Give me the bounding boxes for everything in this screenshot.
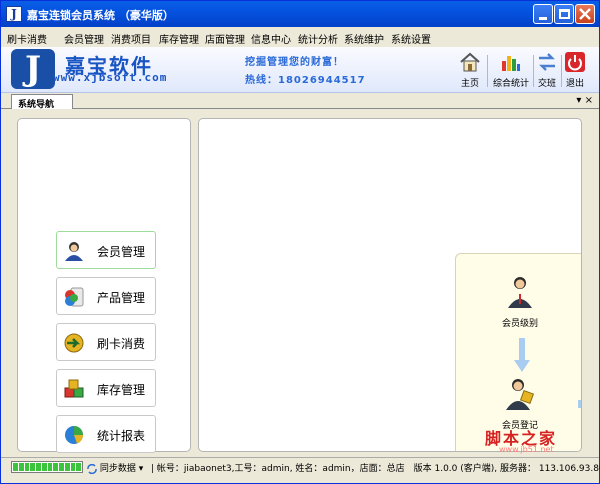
logo: J (11, 49, 55, 89)
bar-chart-icon (502, 56, 520, 71)
nav-inventory-manage[interactable]: 库存管理 (56, 369, 156, 407)
banner: J 嘉宝软件 www.xjbsoft.com 挖掘管理您的财富！ 热线：1802… (1, 47, 599, 93)
main-window: J 嘉宝连锁会员系统 （豪华版） 刷卡消费 会员管理 消费项目 库存管理 店面管… (0, 0, 600, 484)
minimize-button[interactable] (533, 4, 553, 24)
member-icon (65, 242, 83, 261)
exchange-icon (539, 53, 555, 71)
progress-bar (11, 461, 83, 473)
pie-chart-icon (65, 426, 84, 444)
power-icon (565, 52, 585, 72)
status-bar: 同步数据 ▾ | 帐号：jiabaonet3,工号：admin, 姓名：admi… (1, 457, 600, 483)
session-info: | 帐号：jiabaonet3,工号：admin, 姓名：admin，店面：总店… (151, 464, 600, 474)
nav-panel: 会员管理 产品管理 刷卡消费 库存管理 统计报表 (17, 118, 191, 453)
menu-statistics[interactable]: 统计分析 (298, 31, 338, 46)
toolbar-separator (487, 55, 488, 87)
nav-card-consume[interactable]: 刷卡消费 (56, 323, 156, 361)
menu-card-consume[interactable]: 刷卡消费 (7, 31, 47, 46)
maximize-icon (559, 9, 570, 19)
tab-system-nav[interactable]: 系统导航 (11, 94, 73, 110)
nav-stats-report[interactable]: 统计报表 (56, 415, 156, 453)
menu-member-manage[interactable]: 会员管理 (64, 31, 104, 46)
flow-member-level[interactable]: 会员级别 (490, 274, 550, 329)
menu-bar: 刷卡消费 会员管理 消费项目 库存管理 店面管理 信息中心 统计分析 系统维护 … (1, 27, 599, 47)
app-icon: J (6, 6, 22, 22)
sync-data-dropdown[interactable]: 同步数据 ▾ (87, 461, 143, 474)
home-icon (460, 52, 480, 72)
watermark-url: www.jb51.net (499, 445, 554, 454)
sync-icon (87, 463, 97, 474)
tab-strip: 系统导航 ▾ × (1, 93, 599, 110)
brand-url: www.xjbsoft.com (53, 71, 168, 84)
logout-button[interactable]: 退出 (564, 51, 586, 91)
menu-store[interactable]: 店面管理 (205, 31, 245, 46)
window-title: 嘉宝连锁会员系统 （豪华版） (27, 9, 174, 22)
flow-diagram: 会员级别 会员登记 (455, 253, 581, 451)
menu-maintenance[interactable]: 系统维护 (344, 31, 384, 46)
minimize-icon (539, 17, 547, 20)
flow-member-register[interactable]: 会员登记 (490, 376, 550, 431)
title-bar[interactable]: J 嘉宝连锁会员系统 （豪华版） (1, 1, 599, 27)
content-panel: 会员级别 会员登记 (198, 118, 582, 452)
nav-product-manage[interactable]: 产品管理 (56, 277, 156, 315)
maximize-button[interactable] (554, 4, 574, 24)
summary-stats-button[interactable]: 综合统计 (491, 51, 531, 91)
flow-arrow-icon (514, 338, 530, 372)
close-button[interactable] (575, 4, 595, 24)
toolbar-separator (561, 55, 562, 87)
slogan: 挖掘管理您的财富！ (245, 57, 344, 68)
flow-connector (578, 400, 581, 408)
product-icon (65, 287, 84, 307)
inventory-icon (64, 379, 84, 398)
shift-handover-button[interactable]: 交班 (536, 51, 558, 91)
close-icon (579, 8, 591, 20)
member-level-icon (508, 277, 532, 308)
card-swipe-icon (64, 333, 84, 353)
home-button[interactable]: 主页 (457, 51, 483, 91)
tab-controls[interactable]: ▾ × (576, 95, 593, 106)
menu-consume-items[interactable]: 消费项目 (111, 31, 151, 46)
menu-inventory[interactable]: 库存管理 (159, 31, 199, 46)
menu-info-center[interactable]: 信息中心 (251, 31, 291, 46)
toolbar-separator (533, 55, 534, 87)
hotline: 热线：18026944517 (245, 75, 366, 86)
nav-member-manage[interactable]: 会员管理 (56, 231, 156, 269)
member-register-icon (506, 379, 535, 410)
menu-settings[interactable]: 系统设置 (391, 31, 431, 46)
